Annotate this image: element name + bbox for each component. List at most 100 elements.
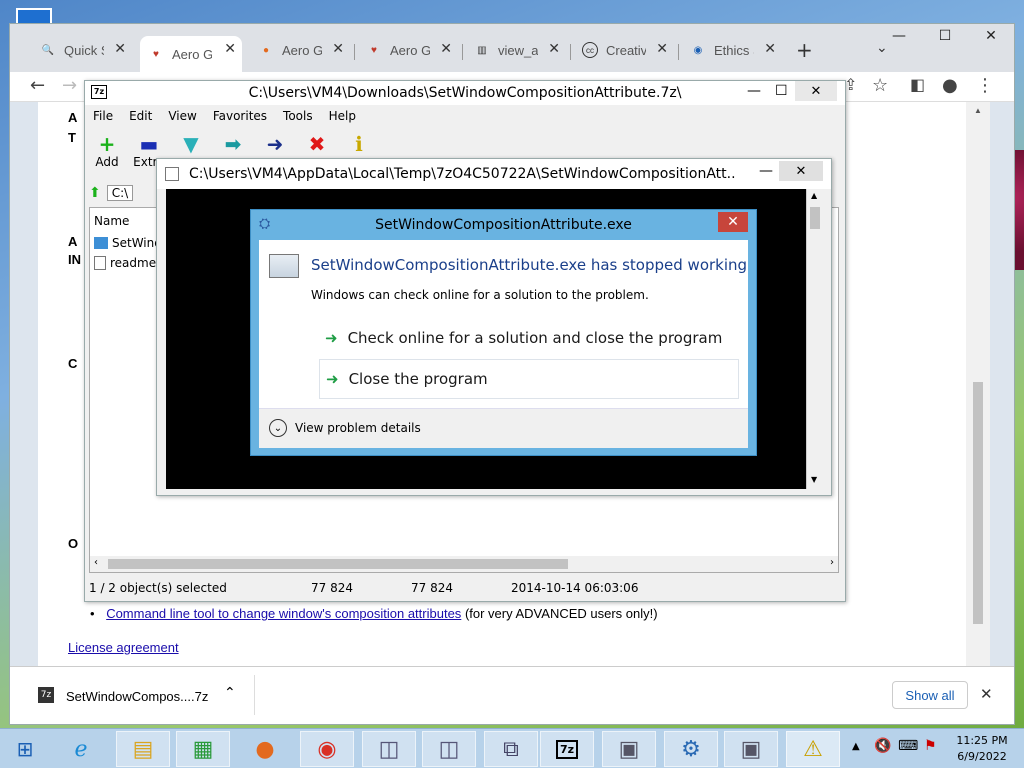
column-header-name[interactable]: Name bbox=[94, 214, 129, 228]
7zip-menubar: File Edit View Favorites Tools Help bbox=[85, 109, 364, 129]
chevron-up-icon[interactable]: ▲ bbox=[852, 741, 860, 752]
error-reporting-icon[interactable]: ⚠ bbox=[786, 731, 840, 767]
resource-monitor-icon[interactable]: ◫ bbox=[422, 731, 476, 767]
close-button[interactable]: ✕ bbox=[779, 161, 823, 181]
close-button[interactable]: ✕ bbox=[795, 81, 837, 101]
profile-icon[interactable]: ● bbox=[942, 75, 958, 96]
horizontal-scrollbar[interactable]: ‹ › bbox=[90, 556, 838, 572]
store-icon[interactable]: ▦ bbox=[176, 731, 230, 767]
file-explorer-icon[interactable]: ▤ bbox=[116, 731, 170, 767]
tab-aero-glass-3[interactable]: ♥ Aero Gla ✕ bbox=[358, 36, 458, 64]
menu-view[interactable]: View bbox=[160, 109, 204, 129]
forward-icon[interactable]: → bbox=[62, 75, 77, 96]
copy-button[interactable]: ➡ bbox=[215, 133, 251, 155]
tab-view-archive[interactable]: ▥ view_arc ✕ bbox=[466, 36, 566, 64]
list-item[interactable]: readme.t bbox=[94, 256, 165, 270]
close-tab-icon[interactable]: ✕ bbox=[224, 40, 236, 57]
folder-up-icon[interactable]: ⬆ bbox=[89, 185, 101, 201]
window-taskbar-icon-2[interactable]: ▣ bbox=[724, 731, 778, 767]
extract-icon: ▬ bbox=[139, 132, 159, 156]
status-modified: 2014-10-14 06:03:06 bbox=[511, 581, 639, 595]
add-button[interactable]: + Add bbox=[89, 133, 125, 169]
move-button[interactable]: ➜ bbox=[257, 133, 293, 155]
command-line-tool-link[interactable]: Command line tool to change window's com… bbox=[106, 606, 461, 621]
scrollbar-thumb[interactable] bbox=[810, 207, 820, 229]
internet-explorer-icon[interactable]: ℯ bbox=[54, 731, 108, 767]
control-panel-icon[interactable]: ⚙ bbox=[664, 731, 718, 767]
close-tab-icon[interactable]: ✕ bbox=[114, 40, 126, 57]
scrollbar-thumb[interactable] bbox=[973, 382, 983, 624]
path-field[interactable]: C:\ bbox=[106, 185, 134, 201]
menu-tools[interactable]: Tools bbox=[275, 109, 321, 129]
network-icon[interactable]: ⧉ bbox=[484, 731, 538, 767]
error-message: Windows can check online for a solution … bbox=[311, 288, 649, 302]
move-icon: ➜ bbox=[266, 132, 284, 156]
menu-favorites[interactable]: Favorites bbox=[205, 109, 275, 129]
network-tray-icon[interactable]: ⌨ bbox=[898, 738, 918, 754]
close-tab-icon[interactable]: ✕ bbox=[764, 40, 776, 57]
check-online-option[interactable]: ➜ Check online for a solution and close … bbox=[319, 318, 739, 358]
back-icon[interactable]: ← bbox=[30, 75, 45, 96]
menu-edit[interactable]: Edit bbox=[121, 109, 160, 129]
7zip-taskbar-icon[interactable]: 7z bbox=[540, 731, 594, 767]
scroll-up-icon[interactable]: ▲ bbox=[811, 191, 817, 200]
bookmark-star-icon[interactable]: ☆ bbox=[872, 75, 888, 96]
maximize-button[interactable]: ☐ bbox=[922, 24, 968, 48]
minimize-button[interactable]: — bbox=[747, 83, 761, 99]
close-program-option[interactable]: ➜ Close the program bbox=[319, 359, 739, 399]
close-button[interactable]: ✕ bbox=[718, 212, 748, 232]
action-center-icon[interactable]: ⚑ bbox=[924, 738, 937, 754]
test-button[interactable]: ▼ bbox=[173, 133, 209, 155]
temp-window-scrollbar[interactable]: ▲ ▼ bbox=[806, 189, 823, 489]
minimize-button[interactable]: — bbox=[759, 163, 773, 179]
show-all-button[interactable]: Show all bbox=[892, 681, 968, 709]
minimize-button[interactable]: — bbox=[876, 24, 922, 48]
share-icon[interactable]: ⇪ bbox=[844, 75, 857, 94]
window-taskbar-icon[interactable]: ▣ bbox=[602, 731, 656, 767]
7z-file-icon: 7z bbox=[38, 687, 54, 703]
tab-ethics[interactable]: ◉ Ethics Sti ✕ bbox=[682, 36, 782, 64]
maximize-button[interactable]: ☐ bbox=[775, 83, 788, 99]
performance-monitor-icon[interactable]: ◫ bbox=[362, 731, 416, 767]
cc-favicon: cc bbox=[582, 42, 598, 58]
view-details-button[interactable]: View problem details bbox=[295, 421, 421, 435]
menu-help[interactable]: Help bbox=[321, 109, 364, 129]
chrome-icon[interactable]: ◉ bbox=[300, 731, 354, 767]
error-dialog-title: SetWindowCompositionAttribute.exe bbox=[375, 217, 632, 233]
divider bbox=[254, 675, 255, 715]
close-tab-icon[interactable]: ✕ bbox=[656, 40, 668, 57]
tab-quick-search[interactable]: 🔍 Quick Se ✕ bbox=[32, 36, 132, 64]
aero-favicon: ♥ bbox=[371, 44, 377, 56]
error-heading: SetWindowCompositionAttribute.exe has st… bbox=[311, 256, 748, 274]
close-download-bar-icon[interactable]: ✕ bbox=[980, 685, 993, 703]
chevron-up-icon[interactable]: ⌃ bbox=[224, 685, 236, 701]
firefox-favicon: ● bbox=[262, 44, 270, 56]
scroll-right-icon[interactable]: › bbox=[830, 557, 834, 568]
chevron-down-icon[interactable]: ⌄ bbox=[269, 419, 287, 437]
delete-button[interactable]: ✖ bbox=[299, 133, 335, 155]
menu-icon[interactable]: ⋮ bbox=[976, 75, 994, 96]
page-scrollbar[interactable]: ▲ ▼ bbox=[966, 102, 990, 690]
scroll-left-icon[interactable]: ‹ bbox=[94, 557, 98, 568]
clock[interactable]: 11:25 PM 6/9/2022 bbox=[950, 733, 1014, 765]
info-button[interactable]: ℹ bbox=[341, 133, 377, 155]
close-button[interactable]: ✕ bbox=[968, 24, 1014, 48]
close-tab-icon[interactable]: ✕ bbox=[440, 40, 452, 57]
firefox-icon[interactable]: ● bbox=[238, 731, 292, 767]
side-panel-icon[interactable]: ◧ bbox=[910, 75, 925, 94]
close-tab-icon[interactable]: ✕ bbox=[332, 40, 344, 57]
scrollbar-thumb[interactable] bbox=[108, 559, 568, 569]
new-tab-icon[interactable]: + bbox=[796, 38, 813, 62]
tab-creative[interactable]: cc Creative ✕ bbox=[574, 36, 674, 64]
tab-aero-glass-1[interactable]: ♥ Aero Gla ✕ bbox=[140, 36, 242, 72]
speaker-muted-icon[interactable]: 🔇 bbox=[874, 738, 891, 754]
tab-separator bbox=[678, 44, 679, 60]
start-button[interactable]: ⊞ bbox=[0, 731, 50, 767]
scroll-up-icon[interactable]: ▲ bbox=[974, 106, 982, 115]
close-tab-icon[interactable]: ✕ bbox=[548, 40, 560, 57]
tab-aero-glass-2[interactable]: ● Aero Gla ✕ bbox=[250, 36, 350, 64]
scroll-down-icon[interactable]: ▼ bbox=[811, 475, 817, 484]
download-filename[interactable]: SetWindowCompos....7z bbox=[66, 689, 208, 704]
menu-file[interactable]: File bbox=[85, 109, 121, 129]
license-agreement-link[interactable]: License agreement bbox=[68, 640, 179, 655]
